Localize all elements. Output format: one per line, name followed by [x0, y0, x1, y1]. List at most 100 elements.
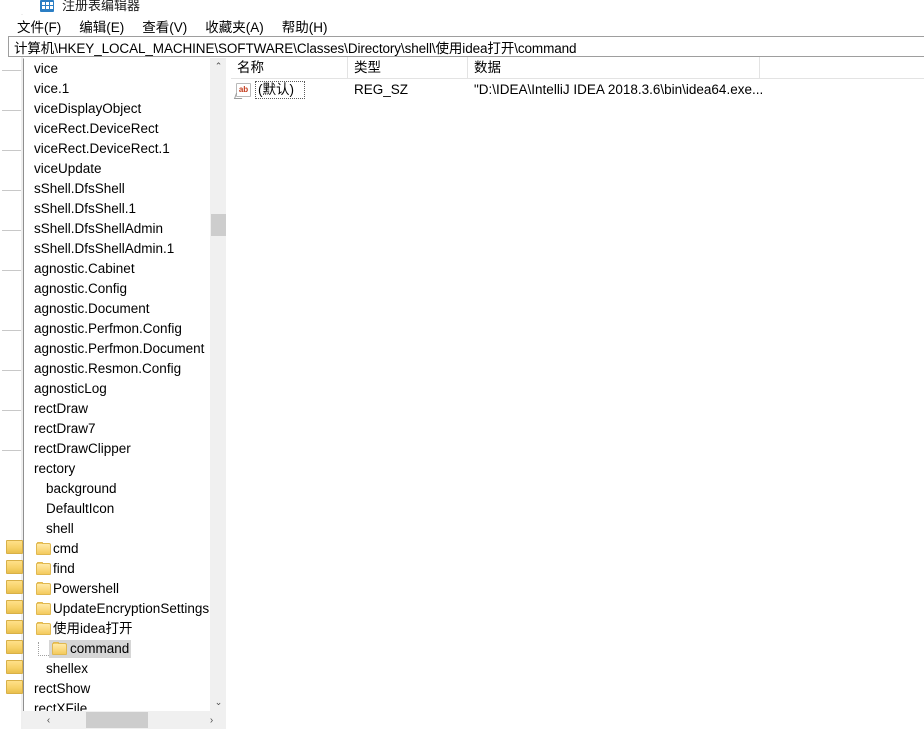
column-data[interactable]: 数据	[468, 57, 760, 78]
background-window-row	[2, 190, 21, 191]
menu-bar: 文件(F) 编辑(E) 查看(V) 收藏夹(A) 帮助(H)	[14, 15, 924, 36]
column-name[interactable]: 名称	[231, 57, 348, 78]
tree-item-agnostic.Document[interactable]: agnostic.Document	[24, 299, 209, 319]
folder-icon	[36, 622, 51, 635]
background-folder-icon	[6, 620, 23, 634]
tree-item-label: viceRect.DeviceRect.1	[34, 141, 170, 156]
scroll-up-icon[interactable]: ⌃	[210, 58, 227, 75]
tree-hscroll-thumb[interactable]	[86, 712, 148, 728]
tree-item-agnostic.Cabinet[interactable]: agnostic.Cabinet	[24, 259, 209, 279]
menu-file[interactable]: 文件(F)	[17, 14, 61, 38]
background-window-row	[2, 410, 21, 411]
list-column-headers: 名称 类型 数据	[231, 57, 924, 79]
background-window-row	[2, 330, 21, 331]
tree-vertical-scrollbar[interactable]: ⌃ ⌄	[209, 58, 227, 711]
tree-item-label: rectDraw	[34, 401, 89, 416]
registry-values-pane[interactable]: 名称 类型 数据 ab (默认) REG_SZ "D:\IDEA\IntelliJ IDE…	[231, 57, 924, 729]
tree-item-label: shell	[46, 521, 74, 536]
registry-value-row[interactable]: ab (默认) REG_SZ "D:\IDEA\IntelliJ IDEA 2018.…	[231, 79, 924, 101]
tree-item-使用idea打开[interactable]: 使用idea打开	[24, 619, 209, 639]
tree-item-label: vice.1	[34, 81, 70, 96]
tree-item-command[interactable]: command	[24, 639, 209, 659]
tree-item-label: agnostic.Resmon.Config	[34, 361, 182, 376]
title-bar[interactable]: 注册表编辑器	[14, 0, 924, 14]
tree-item-viceRect.DeviceRect[interactable]: viceRect.DeviceRect	[24, 119, 209, 139]
tree-item-label: agnostic.Perfmon.Config	[34, 321, 182, 336]
background-folder-icon	[6, 660, 23, 674]
tree-item-label: sShell.DfsShell.1	[34, 201, 137, 216]
tree-item-sShell.DfsShellAdmin.1[interactable]: sShell.DfsShellAdmin.1	[24, 239, 209, 259]
background-window[interactable]	[0, 0, 23, 729]
background-window-row	[2, 230, 21, 231]
tree-item-label: sShell.DfsShellAdmin	[34, 221, 164, 236]
tree-item-label: sShell.DfsShellAdmin.1	[34, 241, 175, 256]
tree-item-find[interactable]: find	[24, 559, 209, 579]
tree-item-background[interactable]: background	[24, 479, 209, 499]
tree-item-Powershell[interactable]: Powershell	[24, 579, 209, 599]
background-folder-icon	[6, 680, 23, 694]
tree-item-cmd[interactable]: cmd	[24, 539, 209, 559]
tree-item-label: Powershell	[53, 581, 120, 596]
folder-icon	[36, 562, 51, 575]
tree-item-agnostic.Perfmon.Config[interactable]: agnostic.Perfmon.Config	[24, 319, 209, 339]
menu-view[interactable]: 查看(V)	[142, 14, 187, 38]
background-folder-icon	[6, 640, 23, 654]
tree-item-vice.1[interactable]: vice.1	[24, 79, 209, 99]
tree-item-DefaultIcon[interactable]: DefaultIcon	[24, 499, 209, 519]
tree-item-shell[interactable]: shell	[24, 519, 209, 539]
tree-item-rectDraw[interactable]: rectDraw	[24, 399, 209, 419]
tree-item-UpdateEncryptionSettings[interactable]: UpdateEncryptionSettings	[24, 599, 209, 619]
tree-item-viceDisplayObject[interactable]: viceDisplayObject	[24, 99, 209, 119]
tree-item-label: agnosticLog	[34, 381, 107, 396]
tree-item-agnosticLog[interactable]: agnosticLog	[24, 379, 209, 399]
background-folder-icon	[6, 600, 23, 614]
tree-item-label: agnostic.Config	[34, 281, 128, 296]
menu-edit[interactable]: 编辑(E)	[79, 14, 124, 38]
tree-item-label: agnostic.Perfmon.Document	[34, 341, 205, 356]
registry-tree[interactable]: vice vice.1 viceDisplayObject viceRect.Devi…	[23, 58, 209, 711]
tree-item-sShell.DfsShell[interactable]: sShell.DfsShell	[24, 179, 209, 199]
tree-item-rectDrawClipper[interactable]: rectDrawClipper	[24, 439, 209, 459]
background-folder-icon	[6, 540, 23, 554]
scroll-right-icon[interactable]: ›	[203, 711, 220, 729]
tree-item-viceUpdate[interactable]: viceUpdate	[24, 159, 209, 179]
tree-item-sShell.DfsShellAdmin[interactable]: sShell.DfsShellAdmin	[24, 219, 209, 239]
tree-item-sShell.DfsShell.1[interactable]: sShell.DfsShell.1	[24, 199, 209, 219]
scroll-left-icon[interactable]: ‹	[40, 711, 57, 729]
tree-item-label: background	[46, 481, 117, 496]
tree-item-label: viceUpdate	[34, 161, 102, 176]
tree-item-label: agnostic.Document	[34, 301, 150, 316]
tree-item-vice[interactable]: vice	[24, 59, 209, 79]
tree-item-label: cmd	[53, 541, 79, 556]
folder-icon	[36, 602, 51, 615]
registry-editor-window: 注册表编辑器 文件(F) 编辑(E) 查看(V) 收藏夹(A) 帮助(H) 计算机\HK…	[0, 0, 924, 729]
tree-item-agnostic.Config[interactable]: agnostic.Config	[24, 279, 209, 299]
value-data: "D:\IDEA\IntelliJ IDEA 2018.3.6\bin\idea…	[474, 82, 764, 97]
tree-item-rectDraw7[interactable]: rectDraw7	[24, 419, 209, 439]
tree-item-agnostic.Resmon.Config[interactable]: agnostic.Resmon.Config	[24, 359, 209, 379]
tree-item-label: rectDrawClipper	[34, 441, 131, 456]
tree-item-label: DefaultIcon	[46, 501, 115, 516]
menu-help[interactable]: 帮助(H)	[282, 14, 328, 38]
value-name: (默认)	[258, 82, 294, 97]
background-window-row	[2, 70, 21, 71]
background-window-row	[2, 270, 21, 271]
tree-item-label: viceRect.DeviceRect	[34, 121, 159, 136]
column-type[interactable]: 类型	[348, 57, 468, 78]
address-bar[interactable]: 计算机\HKEY_LOCAL_MACHINE\SOFTWARE\Classes\…	[8, 36, 924, 57]
tree-item-rectShow[interactable]: rectShow	[24, 679, 209, 699]
folder-icon	[36, 582, 51, 595]
menu-favorites[interactable]: 收藏夹(A)	[205, 14, 264, 38]
tree-vscroll-thumb[interactable]	[211, 214, 226, 236]
folder-icon	[36, 542, 51, 555]
tree-item-rectory[interactable]: rectory	[24, 459, 209, 479]
tree-guide-line	[38, 642, 49, 656]
tree-item-viceRect.DeviceRect.1[interactable]: viceRect.DeviceRect.1	[24, 139, 209, 159]
tree-item-shellex[interactable]: shellex	[24, 659, 209, 679]
tree-horizontal-scrollbar[interactable]: ‹ ›	[23, 711, 226, 729]
scroll-down-icon[interactable]: ⌄	[210, 694, 227, 711]
tree-item-agnostic.Perfmon.Document[interactable]: agnostic.Perfmon.Document	[24, 339, 209, 359]
tree-item-rectXFile[interactable]: rectXFile	[24, 699, 209, 711]
background-window-row	[2, 370, 21, 371]
tree-item-label: vice	[34, 61, 59, 76]
